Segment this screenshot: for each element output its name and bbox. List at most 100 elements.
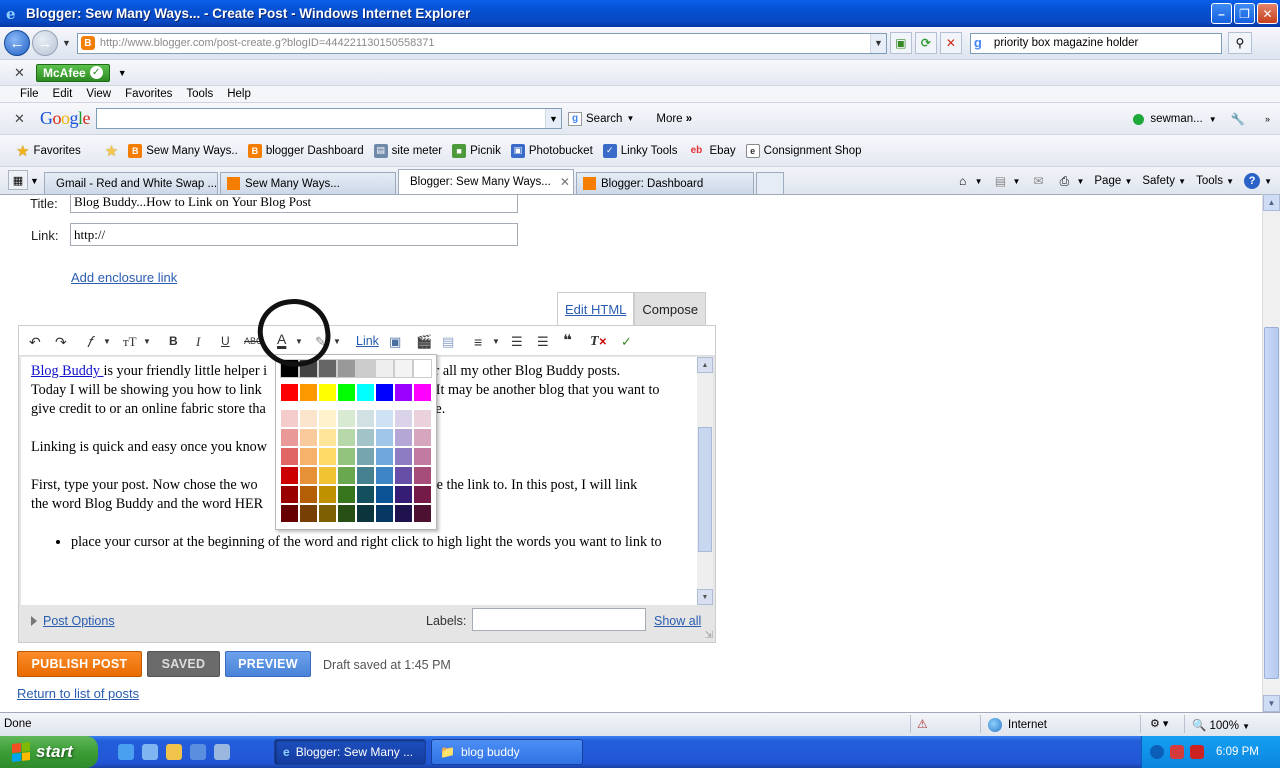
fav-link-ebay[interactable]: eb Ebay <box>687 144 736 158</box>
color-swatch[interactable] <box>337 447 356 466</box>
fav-link-blogger-dashboard[interactable]: Bblogger Dashboard <box>247 143 364 158</box>
color-swatch[interactable] <box>299 409 318 428</box>
color-swatch[interactable] <box>394 447 413 466</box>
ie-quick-launch-icon[interactable] <box>118 744 134 760</box>
color-swatch[interactable] <box>299 485 318 504</box>
italic-button[interactable]: I <box>196 334 200 350</box>
address-bar[interactable]: B http://www.blogger.com/post-create.g?b… <box>76 32 887 54</box>
color-swatch[interactable] <box>318 447 337 466</box>
chevron-down-icon[interactable]: ▼ <box>1264 177 1272 186</box>
color-swatch[interactable] <box>280 447 299 466</box>
labels-input[interactable] <box>472 608 646 631</box>
player-quick-launch-icon[interactable] <box>190 744 206 760</box>
color-swatch[interactable] <box>280 428 299 447</box>
home-icon[interactable]: ⌂ <box>955 173 971 189</box>
forward-button[interactable]: → <box>32 30 58 56</box>
refresh-icon[interactable]: ⟳ <box>914 32 937 54</box>
color-swatch[interactable] <box>280 504 299 523</box>
color-swatch[interactable] <box>356 504 375 523</box>
color-swatch[interactable] <box>337 383 356 402</box>
color-swatch[interactable] <box>356 447 375 466</box>
google-user-area[interactable]: sewman... ▼ 🔧 » <box>1133 103 1280 135</box>
post-options-toggle[interactable]: Post Options <box>31 614 115 628</box>
new-tab-button[interactable] <box>756 172 784 194</box>
post-link-input[interactable]: http:// <box>70 223 518 246</box>
font-family-icon[interactable]: 𝑓 <box>87 334 92 352</box>
color-swatch[interactable] <box>394 485 413 504</box>
color-swatch[interactable] <box>280 466 299 485</box>
tools-menu[interactable]: Tools ▼ <box>1196 175 1234 187</box>
align-icon[interactable]: ≡ <box>474 334 482 350</box>
color-swatch[interactable] <box>299 428 318 447</box>
tray-security-icon[interactable] <box>1190 745 1204 759</box>
color-swatch[interactable] <box>318 485 337 504</box>
redo-icon[interactable]: ↷ <box>55 334 67 351</box>
maximize-button[interactable]: ❐ <box>1234 3 1255 24</box>
return-to-posts-link[interactable]: Return to list of posts <box>17 686 139 701</box>
fav-link-consignment-shop[interactable]: e Consignment Shop <box>745 143 861 158</box>
color-swatch[interactable] <box>337 466 356 485</box>
color-swatch[interactable] <box>280 383 299 402</box>
chevron-down-icon[interactable]: ▼ <box>143 337 151 346</box>
address-url[interactable]: http://www.blogger.com/post-create.g?blo… <box>100 37 870 49</box>
tab-compose[interactable]: Compose <box>634 292 707 325</box>
color-swatch[interactable] <box>318 466 337 485</box>
google-search-button[interactable]: g Search ▼ <box>568 111 634 126</box>
color-swatch[interactable] <box>413 504 432 523</box>
tab-blogger-dashboard[interactable]: Blogger: Dashboard <box>576 172 754 194</box>
more-arrows-icon[interactable]: » <box>1265 114 1270 124</box>
fav-link-sew-many-ways[interactable]: B Sew Many Ways.. <box>128 143 238 158</box>
close-toolbar-icon[interactable]: ✕ <box>14 65 28 81</box>
color-swatch[interactable] <box>394 428 413 447</box>
scroll-down-icon[interactable]: ▼ <box>1263 695 1280 712</box>
print-icon[interactable]: ⎙ <box>1056 173 1072 189</box>
history-dropdown-icon[interactable]: ▼ <box>62 38 71 48</box>
chevron-down-icon[interactable]: ▼ <box>1076 177 1084 186</box>
menu-view[interactable]: View <box>86 88 111 100</box>
color-swatch[interactable] <box>394 383 413 402</box>
color-swatch[interactable] <box>356 409 375 428</box>
bullet-list-icon[interactable]: ☰ <box>537 334 549 350</box>
color-swatch[interactable] <box>413 428 432 447</box>
color-swatch[interactable] <box>413 447 432 466</box>
show-desktop-icon[interactable] <box>214 744 230 760</box>
color-swatch[interactable] <box>375 428 394 447</box>
tray-network-icon[interactable] <box>1170 745 1184 759</box>
messenger-quick-launch-icon[interactable] <box>166 744 182 760</box>
font-size-icon[interactable]: тT <box>123 334 137 350</box>
color-swatch[interactable] <box>356 383 375 402</box>
post-options-link[interactable]: Post Options <box>43 614 115 628</box>
mcafee-button[interactable]: McAfee ✓ <box>36 63 110 82</box>
help-icon[interactable]: ? <box>1244 173 1261 189</box>
color-swatch[interactable] <box>375 359 394 378</box>
wrench-icon[interactable]: 🔧 <box>1231 112 1245 126</box>
scroll-up-icon[interactable]: ▲ <box>1263 194 1280 211</box>
editor-scroll-thumb[interactable] <box>698 427 712 552</box>
color-swatch[interactable] <box>299 447 318 466</box>
color-swatch[interactable] <box>318 504 337 523</box>
numbered-list-icon[interactable]: ☰ <box>511 334 523 350</box>
tab-list-dropdown-icon[interactable]: ▼ <box>30 176 42 186</box>
color-swatch[interactable] <box>394 359 413 378</box>
popup-blocked-icon[interactable]: ⚠ <box>917 717 928 731</box>
resize-handle-icon[interactable]: ⇲ <box>705 630 713 641</box>
editor-scrollbar[interactable]: ▲ ▼ <box>697 357 713 605</box>
publish-post-button[interactable]: PUBLISH POST <box>17 651 142 677</box>
menu-help[interactable]: Help <box>227 88 251 100</box>
chevron-down-icon[interactable]: ▼ <box>333 337 341 346</box>
page-scroll-thumb[interactable] <box>1264 327 1279 679</box>
close-google-toolbar-icon[interactable]: ✕ <box>14 111 28 127</box>
feeds-icon[interactable]: ▤ <box>993 173 1009 189</box>
color-swatch[interactable] <box>356 466 375 485</box>
color-swatch[interactable] <box>280 409 299 428</box>
chevron-down-icon[interactable]: ▼ <box>1013 177 1021 186</box>
tab-sew-many-ways[interactable]: Sew Many Ways... <box>220 172 396 194</box>
color-swatch[interactable] <box>299 504 318 523</box>
google-dropdown-icon[interactable]: ▼ <box>545 109 562 128</box>
color-swatch[interactable] <box>318 409 337 428</box>
quick-tabs-icon[interactable]: ▦ <box>8 170 28 190</box>
favorites-button[interactable]: ★ Favorites <box>16 142 81 160</box>
chevron-down-icon[interactable]: ▼ <box>975 177 983 186</box>
minimize-button[interactable]: – <box>1211 3 1232 24</box>
color-swatch[interactable] <box>413 409 432 428</box>
